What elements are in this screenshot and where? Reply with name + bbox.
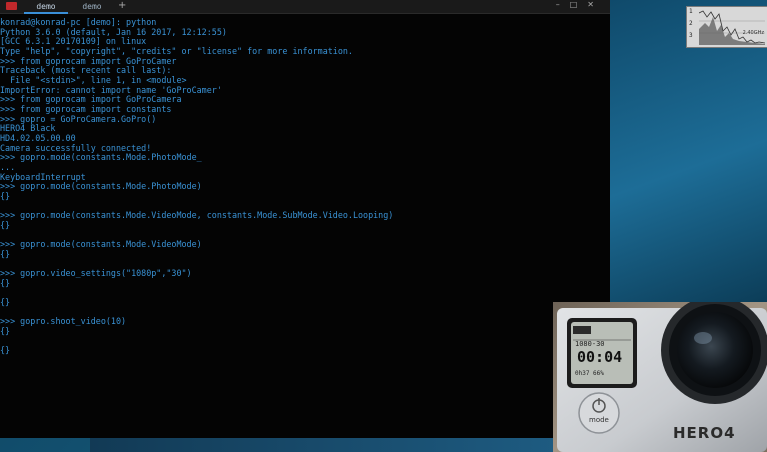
tab-demo-2[interactable]: demo xyxy=(70,1,114,12)
terminal-line: >>> gopro.mode(constants.Mode.VideoMode,… xyxy=(0,210,394,221)
terminal-line: {} xyxy=(0,326,11,336)
terminal-line: >>> gopro.mode(constants.Mode.VideoMode) xyxy=(0,239,202,250)
terminal-line: {} xyxy=(0,219,11,230)
window-controls: –□✕ xyxy=(556,0,604,9)
terminal-line: >>> gopro = GoProCamera.GoPro() xyxy=(0,113,157,124)
close-tab-icon[interactable] xyxy=(6,2,17,10)
terminal-line: >>> gopro.mode(constants.Mode.PhotoMode) xyxy=(0,181,202,192)
monitor-label-2: 2 xyxy=(689,20,693,27)
monitor-label-3: 3 xyxy=(689,32,693,39)
new-tab-icon[interactable]: + xyxy=(118,0,126,11)
monitor-label-1: 1 xyxy=(689,8,693,15)
close-window-button[interactable]: ✕ xyxy=(587,0,604,9)
terminal-line: HERO4 Black xyxy=(0,123,56,134)
camera-brand-logo: HERO4 xyxy=(673,424,736,442)
terminal-line: >>> gopro.shoot_video(10) xyxy=(0,316,127,327)
lcd-mode-text: 1080-30 xyxy=(575,340,605,348)
gopro-camera-photo: 1080-30 00:04 0h37 66% mode HERO4 xyxy=(553,302,767,452)
maximize-button[interactable]: □ xyxy=(570,0,588,9)
terminal-line: {} xyxy=(0,277,11,288)
minimize-button[interactable]: – xyxy=(556,0,570,9)
terminal-line: >>> gopro.video_settings("1080p","30") xyxy=(0,268,192,279)
system-monitor-widget: 1 2 3 2.40GHz xyxy=(686,6,767,48)
terminal-line: >>> gopro.mode(constants.Mode.PhotoMode_ xyxy=(0,152,202,163)
terminal-output[interactable]: konrad@konrad-pc [demo]: python Python 3.… xyxy=(0,14,610,438)
lcd-battery-text: 0h37 66% xyxy=(575,370,604,377)
terminal-line: {} xyxy=(0,297,11,308)
terminal-line: {} xyxy=(0,190,11,201)
terminal-text: konrad@konrad-pc [demo]: python Python 3.… xyxy=(0,14,610,356)
tab-demo-1[interactable]: demo xyxy=(24,1,68,14)
terminal-line: {} xyxy=(0,345,11,356)
desktop-background-strip xyxy=(90,438,610,452)
terminal-line: ... xyxy=(0,161,16,172)
terminal-line: {} xyxy=(0,248,11,259)
mode-button-label: mode xyxy=(589,416,609,424)
lcd-timer: 00:04 xyxy=(577,348,623,366)
cpu-frequency: 2.40GHz xyxy=(742,30,764,36)
tab-bar: demo demo + –□✕ xyxy=(0,0,610,14)
cpu-graph xyxy=(699,10,765,45)
